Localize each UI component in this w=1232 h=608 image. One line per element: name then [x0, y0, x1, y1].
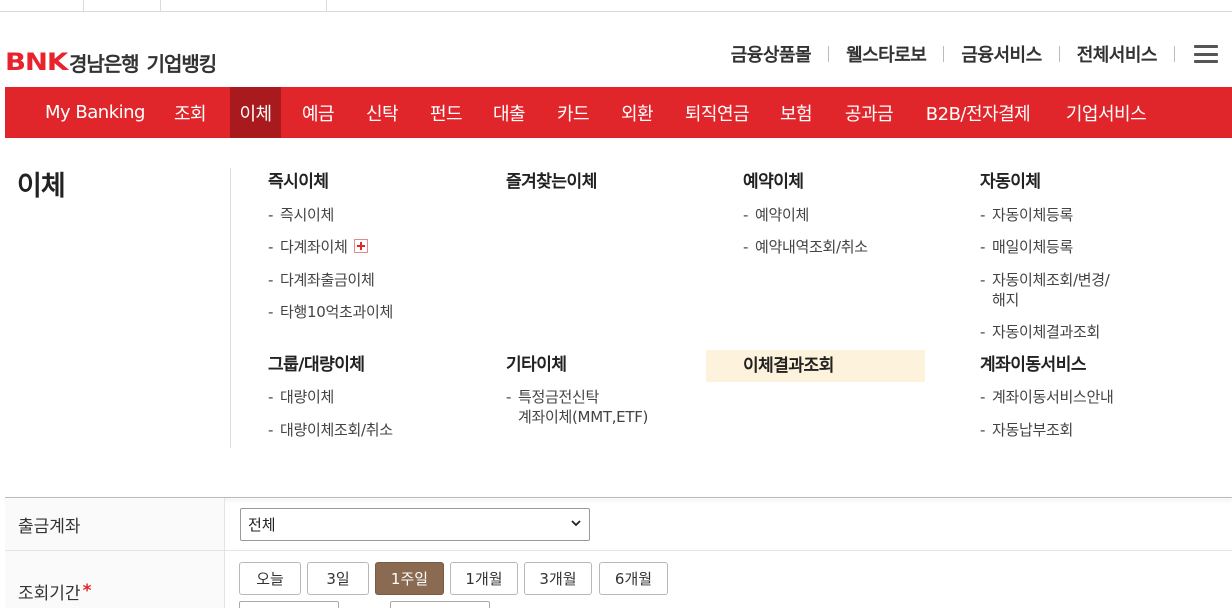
- hamburger-menu-icon[interactable]: [1194, 45, 1218, 63]
- account-select-value: 전체: [248, 516, 276, 534]
- util-link-all-services[interactable]: 전체서비스: [1077, 41, 1158, 67]
- nav-item-insurance[interactable]: 보험: [774, 87, 818, 138]
- nav-item-fund[interactable]: 펀드: [423, 87, 469, 138]
- top-tab[interactable]: [161, 0, 327, 12]
- menu-group-auto-transfer: 자동이체: [980, 170, 1041, 194]
- menu-link-continued[interactable]: 해지: [980, 290, 1019, 310]
- period-button-today[interactable]: 오늘: [239, 562, 301, 595]
- menu-link[interactable]: - 자동납부조회: [980, 420, 1073, 440]
- nav-item-utility-bills[interactable]: 공과금: [838, 87, 900, 138]
- menu-group-instant-transfer: 즉시이체: [268, 170, 329, 194]
- menu-link[interactable]: - 계좌이동서비스안내: [980, 387, 1114, 407]
- util-link-product-mall[interactable]: 금융상품몰: [731, 41, 812, 67]
- nav-item-deposit[interactable]: 예금: [296, 87, 340, 138]
- group-title[interactable]: 계좌이동서비스: [980, 353, 1086, 377]
- util-link-wellstar-robo[interactable]: 웰스타로보: [846, 41, 927, 67]
- menu-group-scheduled-transfer: 예약이체: [743, 170, 804, 194]
- expand-plus-icon[interactable]: [353, 239, 368, 253]
- logo-text: 경남은행 기업뱅킹: [68, 48, 218, 77]
- util-link-financial-service[interactable]: 금융서비스: [961, 41, 1042, 67]
- menu-link-continued[interactable]: 계좌이체(MMT,ETF): [506, 407, 648, 427]
- group-title-highlighted[interactable]: 이체결과조회: [706, 350, 925, 382]
- divider: [943, 46, 945, 62]
- divider: [828, 46, 830, 62]
- divider: [1174, 46, 1175, 62]
- period-label: 조회기간 *: [5, 551, 225, 608]
- menu-link[interactable]: - 자동이체결과조회: [980, 322, 1100, 342]
- nav-item-loan[interactable]: 대출: [487, 87, 531, 138]
- nav-item-card[interactable]: 카드: [551, 87, 595, 138]
- menu-link[interactable]: - 매일이체등록: [980, 237, 1073, 257]
- nav-item-inquiry[interactable]: 조회: [168, 87, 212, 138]
- group-title[interactable]: 즐겨찾는이체: [506, 170, 597, 194]
- menu-group-other-transfer: 기타이체: [506, 353, 567, 377]
- menu-group-transfer-result: 이체결과조회: [706, 350, 925, 382]
- group-title[interactable]: 자동이체: [980, 170, 1041, 194]
- period-button-3months[interactable]: 3개월: [524, 562, 592, 595]
- group-title[interactable]: 그룹/대량이체: [268, 353, 365, 377]
- menu-link[interactable]: - 대량이체조회/취소: [268, 420, 393, 440]
- menu-link[interactable]: - 대량이체: [268, 387, 334, 407]
- nav-item-b2b[interactable]: B2B/전자결제: [919, 87, 1037, 138]
- period-button-6months[interactable]: 6개월: [599, 562, 668, 595]
- group-title[interactable]: 예약이체: [743, 170, 804, 194]
- top-tab[interactable]: [0, 0, 84, 12]
- logo-bank-name: 경남은행: [68, 51, 140, 76]
- menu-link[interactable]: - 자동이체등록: [980, 205, 1073, 225]
- bnk-logo-mark: BNK: [5, 48, 68, 76]
- main-nav-bar: My Banking 조회 이체 예금 신탁 펀드 대출 카드 외환 퇴직연금 …: [5, 87, 1232, 138]
- period-button-1week[interactable]: 1주일: [375, 562, 444, 595]
- period-button-3days[interactable]: 3일: [307, 562, 369, 595]
- menu-link[interactable]: - 자동이체조회/변경/: [980, 270, 1110, 290]
- group-title[interactable]: 즉시이체: [268, 170, 329, 194]
- menu-link[interactable]: - 다계좌출금이체: [268, 270, 375, 290]
- menu-group-bulk-transfer: 그룹/대량이체: [268, 353, 365, 377]
- nav-item-transfer[interactable]: 이체: [230, 87, 281, 138]
- start-date-input[interactable]: [239, 601, 339, 608]
- form-row-account: 출금계좌: [5, 498, 1232, 551]
- menu-link[interactable]: - 예약내역조회/취소: [743, 237, 868, 257]
- group-title[interactable]: 기타이체: [506, 353, 567, 377]
- divider: [1058, 46, 1060, 62]
- nav-item-trust[interactable]: 신탁: [360, 87, 404, 138]
- menu-link[interactable]: - 특정금전신탁: [506, 387, 599, 407]
- menu-link[interactable]: - 다계좌이체: [268, 237, 368, 257]
- top-tab[interactable]: [84, 0, 161, 12]
- logo-service-name: 기업뱅킹: [146, 51, 218, 76]
- menu-link[interactable]: - 즉시이체: [268, 205, 334, 225]
- menu-group-favorite-transfer: 즐겨찾는이체: [506, 170, 597, 194]
- bank-logo[interactable]: BNK 경남은행 기업뱅킹: [5, 46, 218, 78]
- menu-link[interactable]: - 타행10억초과이체: [268, 302, 393, 322]
- menu-group-account-switch: 계좌이동서비스: [980, 353, 1086, 377]
- period-button-1month[interactable]: 1개월: [450, 562, 518, 595]
- nav-item-forex[interactable]: 외환: [614, 87, 660, 138]
- mega-menu-title: 이체: [17, 171, 66, 202]
- nav-item-pension[interactable]: 퇴직연금: [678, 87, 756, 138]
- nav-item-my-banking[interactable]: My Banking: [43, 87, 147, 138]
- account-label: 출금계좌: [5, 498, 225, 550]
- account-select[interactable]: 전체: [240, 508, 590, 541]
- utility-nav: 금융상품몰 웰스타로보 금융서비스 전체서비스: [731, 40, 1218, 68]
- chevron-down-icon: [571, 520, 581, 527]
- end-date-input[interactable]: [390, 601, 490, 608]
- divider: [230, 168, 231, 448]
- menu-link[interactable]: - 예약이체: [743, 205, 809, 225]
- nav-item-corporate-service[interactable]: 기업서비스: [1057, 87, 1155, 138]
- top-tab-strip: [0, 0, 1232, 12]
